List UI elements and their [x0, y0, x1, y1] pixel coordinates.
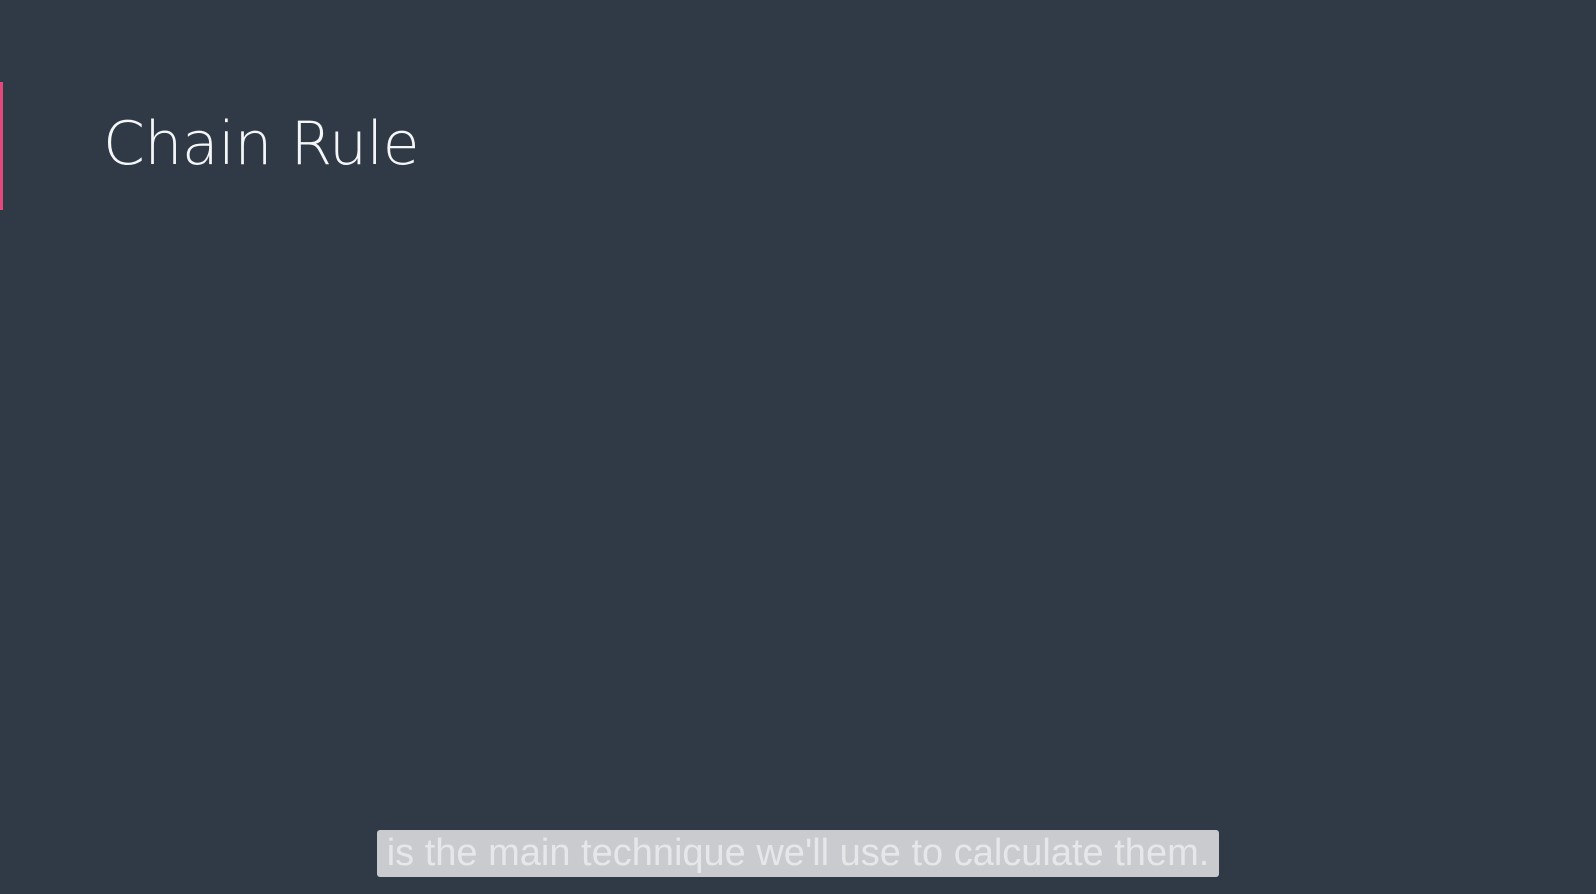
slide-title: Chain Rule — [103, 109, 420, 179]
video-slide: Chain Rule is the main technique we'll u… — [0, 0, 1596, 894]
subtitle-caption: is the main technique we'll use to calcu… — [376, 830, 1220, 877]
caption-container: is the main technique we'll use to calcu… — [0, 830, 1596, 877]
title-accent-bar — [0, 82, 3, 210]
